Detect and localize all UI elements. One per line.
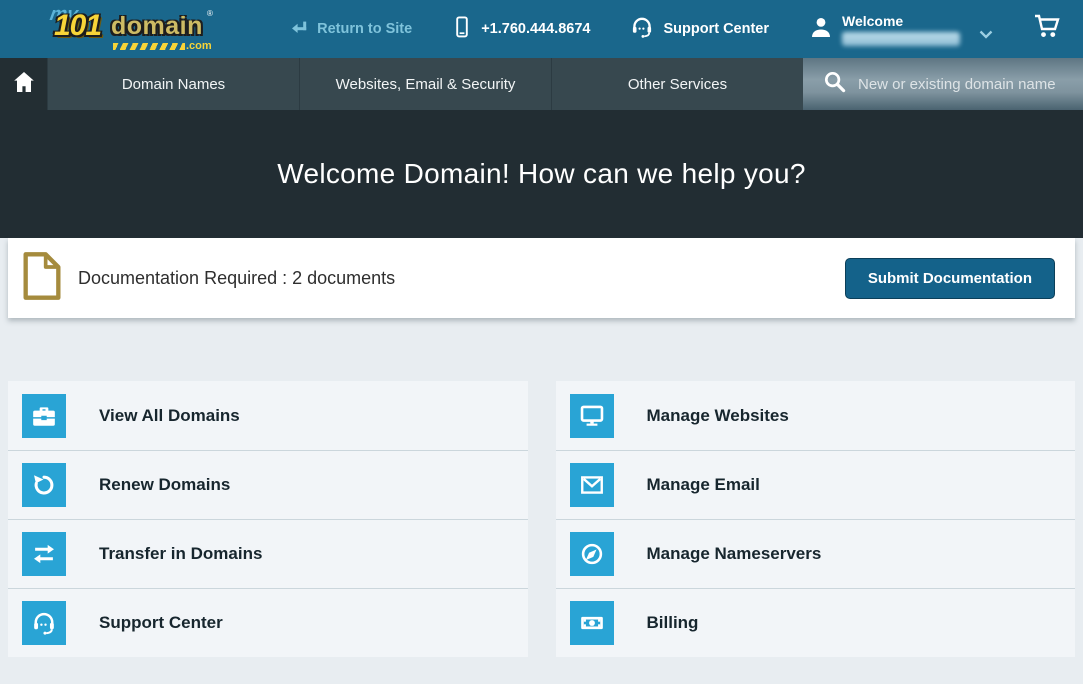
hero-title: Welcome Domain! How can we help you? bbox=[277, 158, 806, 190]
home-nav-button[interactable] bbox=[0, 58, 47, 110]
headset-icon bbox=[630, 15, 654, 43]
nav-label: Websites, Email & Security bbox=[336, 76, 516, 93]
menu-label: Transfer in Domains bbox=[99, 544, 262, 564]
quick-menu-right-column: Manage Websites Manage Email Manage Name… bbox=[556, 381, 1076, 657]
domain-search-area bbox=[803, 58, 1083, 110]
nav-item-domain-names[interactable]: Domain Names bbox=[47, 58, 299, 110]
menu-label: Billing bbox=[647, 613, 699, 633]
home-icon bbox=[12, 71, 36, 98]
menu-item-billing[interactable]: Billing bbox=[556, 588, 1076, 657]
logo-number: 101 bbox=[54, 9, 101, 43]
envelope-icon bbox=[570, 463, 614, 507]
menu-label: Manage Nameservers bbox=[647, 544, 822, 564]
documentation-message: Documentation Required : 2 documents bbox=[78, 268, 395, 289]
logo-stripes bbox=[113, 43, 185, 50]
phone-number: +1.760.444.8674 bbox=[481, 21, 590, 37]
quick-menu-left-column: View All Domains Renew Domains Transfer … bbox=[8, 381, 528, 657]
nav-label: Domain Names bbox=[122, 76, 225, 93]
phone-link[interactable]: +1.760.444.8674 bbox=[452, 16, 590, 42]
return-to-site-label: Return to Site bbox=[317, 21, 412, 37]
menu-item-renew-domains[interactable]: Renew Domains bbox=[8, 450, 528, 519]
quick-menu: View All Domains Renew Domains Transfer … bbox=[8, 381, 1075, 657]
mobile-phone-icon bbox=[452, 16, 472, 42]
menu-label: Support Center bbox=[99, 613, 223, 633]
renew-icon bbox=[22, 463, 66, 507]
welcome-label: Welcome bbox=[842, 13, 960, 29]
menu-label: Manage Email bbox=[647, 475, 760, 495]
briefcase-icon bbox=[22, 394, 66, 438]
headset-icon bbox=[22, 601, 66, 645]
top-bar: my 101 domain .com ® Return to Site bbox=[0, 0, 1083, 58]
menu-label: View All Domains bbox=[99, 406, 240, 426]
transfer-icon bbox=[22, 532, 66, 576]
support-center-link[interactable]: Support Center bbox=[630, 15, 769, 43]
nav-item-other-services[interactable]: Other Services bbox=[551, 58, 803, 110]
chevron-down-icon bbox=[979, 26, 993, 44]
main-nav: Domain Names Websites, Email & Security … bbox=[0, 58, 1083, 110]
user-name-redacted bbox=[842, 32, 960, 46]
account-dropdown[interactable]: Welcome bbox=[809, 13, 993, 46]
search-icon bbox=[823, 70, 847, 99]
logo-word: domain bbox=[111, 12, 203, 41]
logo-registered-mark: ® bbox=[207, 9, 213, 18]
menu-label: Manage Websites bbox=[647, 406, 789, 426]
shopping-cart-icon bbox=[1033, 13, 1063, 45]
compass-icon bbox=[570, 532, 614, 576]
nav-label: Other Services bbox=[628, 76, 727, 93]
menu-item-manage-nameservers[interactable]: Manage Nameservers bbox=[556, 519, 1076, 588]
logo-tld: .com bbox=[186, 40, 212, 52]
menu-item-manage-email[interactable]: Manage Email bbox=[556, 450, 1076, 519]
money-bill-icon bbox=[570, 601, 614, 645]
monitor-icon bbox=[570, 394, 614, 438]
return-to-site-link[interactable]: Return to Site bbox=[291, 19, 412, 40]
documentation-alert-bar: Documentation Required : 2 documents Sub… bbox=[8, 238, 1075, 318]
user-icon bbox=[809, 15, 833, 44]
submit-documentation-button[interactable]: Submit Documentation bbox=[845, 258, 1055, 299]
support-center-label: Support Center bbox=[663, 21, 769, 37]
menu-item-manage-websites[interactable]: Manage Websites bbox=[556, 381, 1076, 450]
logo[interactable]: my 101 domain .com ® bbox=[14, 3, 219, 55]
cart-button[interactable] bbox=[1033, 13, 1063, 45]
menu-label: Renew Domains bbox=[99, 475, 230, 495]
domain-search-input[interactable] bbox=[858, 76, 1078, 93]
nav-item-websites-email-security[interactable]: Websites, Email & Security bbox=[299, 58, 551, 110]
document-icon bbox=[22, 251, 62, 306]
hero-banner: Welcome Domain! How can we help you? bbox=[0, 110, 1083, 238]
menu-item-support-center[interactable]: Support Center bbox=[8, 588, 528, 657]
return-arrow-icon bbox=[291, 19, 308, 40]
menu-item-view-all-domains[interactable]: View All Domains bbox=[8, 381, 528, 450]
menu-item-transfer-in-domains[interactable]: Transfer in Domains bbox=[8, 519, 528, 588]
